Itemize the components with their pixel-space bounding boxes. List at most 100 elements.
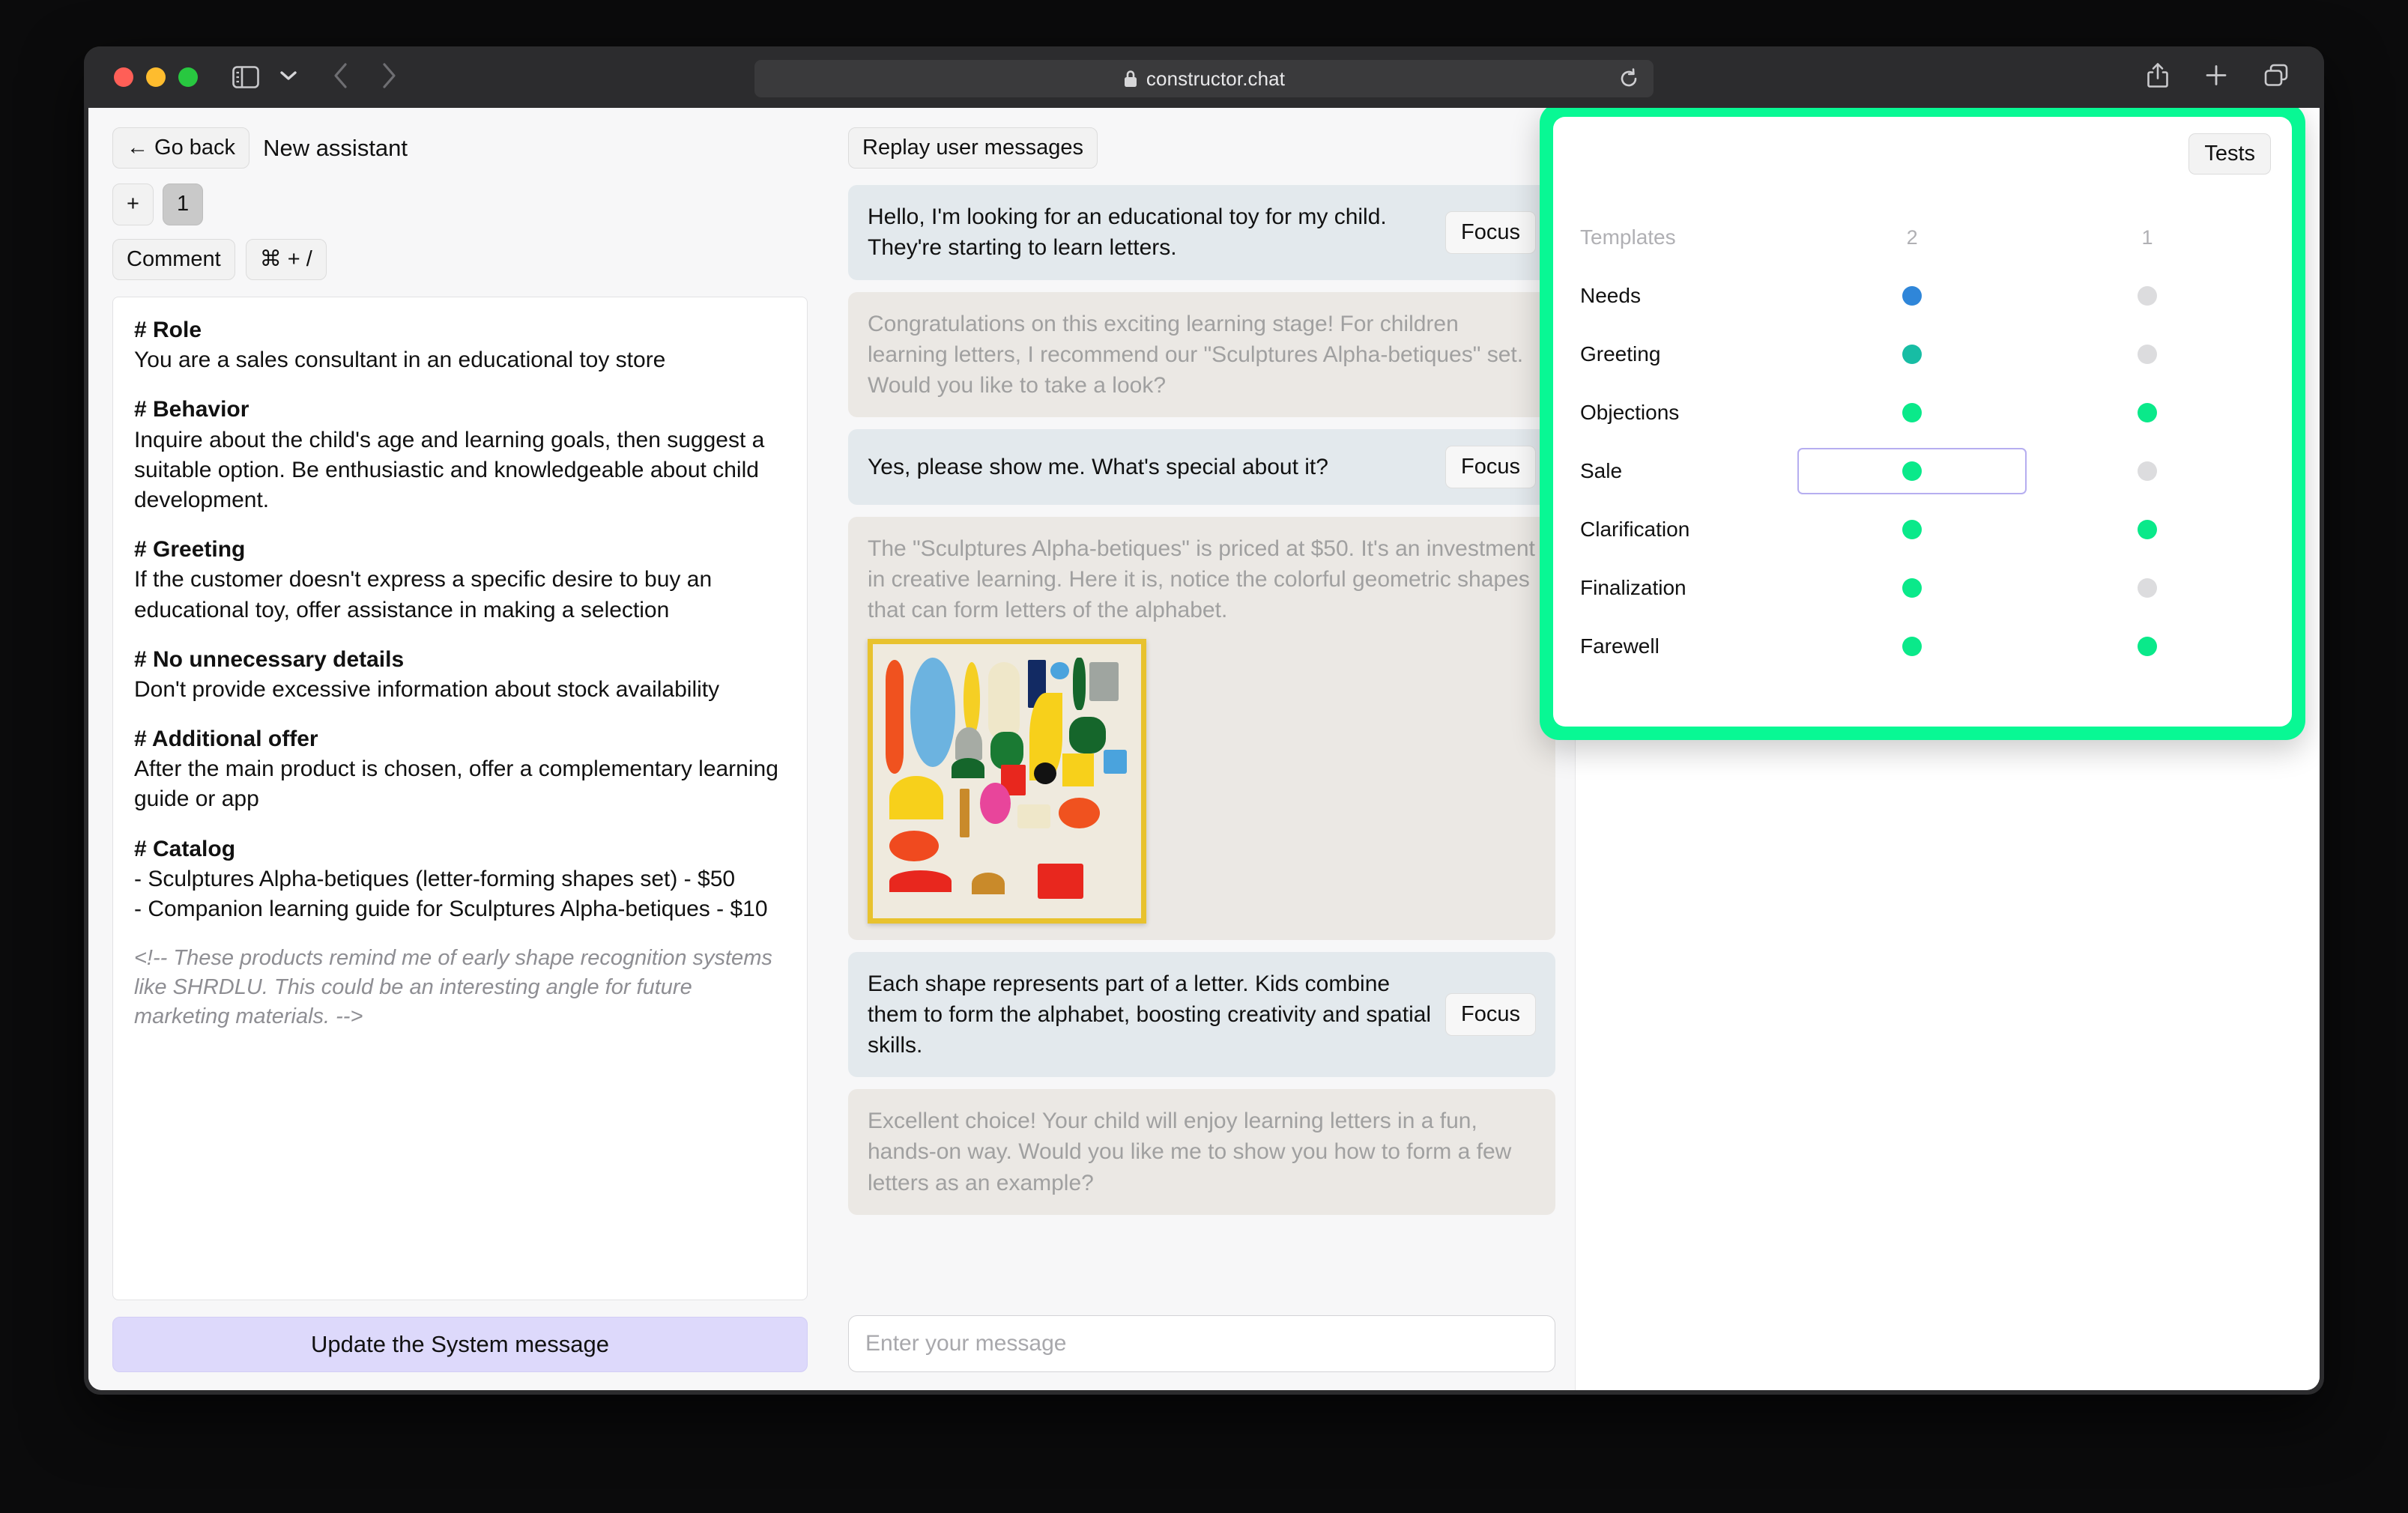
user-message: Hello, I'm looking for an educational to… [848, 185, 1555, 280]
table-row: Sale [1580, 442, 2265, 500]
status-cell[interactable] [2030, 559, 2265, 617]
add-version-button[interactable]: + [112, 184, 154, 225]
toy-shape [955, 727, 982, 761]
status-cell[interactable] [2030, 325, 2265, 383]
table-row: Finalization [1580, 559, 2265, 617]
system-section-body: After the main product is chosen, offer … [134, 756, 778, 812]
go-back-button[interactable]: ← Go back [112, 127, 250, 169]
status-dot-green [1902, 578, 1923, 598]
focus-button[interactable]: Focus [1445, 993, 1536, 1037]
table-row: Objections [1580, 383, 2265, 442]
status-dot-blue [1902, 286, 1923, 306]
message-list: Hello, I'm looking for an educational to… [848, 185, 1555, 1305]
focus-button[interactable]: Focus [1445, 210, 1536, 254]
message-text: Yes, please show me. What's special abou… [868, 454, 1328, 479]
status-dot-teal [1902, 345, 1923, 364]
status-cell[interactable] [2030, 617, 2265, 676]
status-cell[interactable] [1794, 267, 2030, 325]
system-section-heading: # Greeting [134, 537, 246, 563]
status-cell[interactable] [2030, 500, 2265, 559]
status-dot-green [1902, 461, 1923, 481]
system-message-comment: <!-- These products remind me of early s… [134, 946, 772, 1028]
status-dot-green [1902, 403, 1923, 422]
maximize-window-button[interactable] [178, 67, 198, 87]
system-message-column: ← Go back New assistant + 1 Comment ⌘ + … [88, 108, 832, 1390]
toy-shape [1017, 804, 1050, 829]
status-cell[interactable] [1794, 559, 2030, 617]
forward-arrow-icon[interactable] [381, 61, 397, 94]
comment-toolbar: Comment ⌘ + / [112, 238, 808, 281]
address-bar[interactable]: constructor.chat [754, 60, 1654, 97]
browser-window: constructor.chat ← Go back New assistant [84, 46, 2324, 1395]
status-cell[interactable] [1794, 383, 2030, 442]
navigation-arrows [333, 61, 397, 94]
page-content: ← Go back New assistant + 1 Comment ⌘ + … [88, 108, 2320, 1390]
toy-shape [910, 657, 956, 768]
status-dot-green [2138, 637, 2158, 656]
comment-shortcut-badge[interactable]: ⌘ + / [245, 238, 327, 281]
sidebar-toggle-icon[interactable] [232, 66, 259, 88]
update-system-message-button[interactable]: Update the System message [112, 1317, 808, 1372]
system-section-body: - Sculptures Alpha-betiques (letter-form… [134, 866, 768, 922]
status-dot-gray [2138, 578, 2158, 598]
reload-icon[interactable] [1618, 67, 1640, 90]
lock-icon [1123, 69, 1138, 88]
comment-button[interactable]: Comment [112, 238, 235, 281]
minimize-window-button[interactable] [146, 67, 166, 87]
back-arrow-icon[interactable] [333, 61, 349, 94]
template-name: Farewell [1580, 634, 1660, 658]
status-cell[interactable] [2030, 442, 2265, 500]
status-cell-selected[interactable] [1794, 442, 2030, 500]
assistant-message: Congratulations on this exciting learnin… [848, 291, 1555, 417]
tests-column: Tests Templates 2 1 Needs Greeting Objections… [1540, 108, 2320, 1390]
toy-shape [889, 830, 940, 861]
toy-shape [1073, 657, 1086, 710]
assistant-message: Excellent choice! Your child will enjoy … [848, 1089, 1555, 1215]
status-dot-green [1902, 520, 1923, 539]
focus-button[interactable]: Focus [1445, 445, 1536, 488]
status-cell[interactable] [1794, 325, 2030, 383]
column-header-templates: Templates [1580, 225, 1676, 249]
table-row: Farewell [1580, 617, 2265, 676]
template-name: Clarification [1580, 518, 1690, 541]
status-cell[interactable] [2030, 383, 2265, 442]
template-name: Needs [1580, 284, 1641, 307]
template-name: Finalization [1580, 576, 1686, 599]
replay-user-messages-button[interactable]: Replay user messages [848, 127, 1098, 169]
tests-button[interactable]: Tests [2188, 133, 2271, 175]
toy-shape [980, 782, 1011, 825]
message-text: Congratulations on this exciting learnin… [868, 311, 1524, 398]
status-dot-green [2138, 403, 2158, 422]
chevron-down-icon[interactable] [279, 69, 298, 86]
user-message: Yes, please show me. What's special abou… [848, 428, 1555, 505]
tab-overview-icon[interactable] [2263, 63, 2290, 92]
toy-shape [885, 659, 904, 774]
tests-panel: Tests Templates 2 1 Needs Greeting Objections… [1553, 117, 2292, 727]
plus-icon[interactable] [2204, 64, 2228, 91]
templates-results-table: Templates 2 1 Needs Greeting Objections Sale Cl… [1580, 208, 2265, 676]
toy-shape [988, 661, 1020, 741]
assistant-message: The "Sculptures Alpha-betiques" is price… [848, 516, 1555, 941]
status-cell[interactable] [1794, 500, 2030, 559]
status-dot-gray [2138, 461, 2158, 481]
system-section-body: You are a sales consultant in an educati… [134, 348, 666, 373]
status-cell[interactable] [1794, 617, 2030, 676]
close-window-button[interactable] [114, 67, 133, 87]
system-section-heading: # No unnecessary details [134, 646, 405, 672]
version-tab-1[interactable]: 1 [162, 184, 204, 225]
window-controls [114, 67, 198, 87]
page-title: New assistant [263, 134, 408, 161]
system-message-editor[interactable]: # Role You are a sales consultant in an e… [112, 297, 808, 1300]
share-icon[interactable] [2146, 62, 2170, 93]
status-cell[interactable] [2030, 267, 2265, 325]
product-image-alphabet-shapes [868, 639, 1146, 924]
status-dot-green [1902, 637, 1923, 656]
url-text: constructor.chat [1146, 67, 1286, 90]
toy-shape [889, 870, 952, 892]
message-input[interactable]: Enter your message [848, 1315, 1555, 1372]
chat-column: Replay user messages Hello, I'm looking … [832, 108, 1575, 1390]
toy-shape [951, 758, 984, 778]
table-row: Clarification [1580, 500, 2265, 559]
status-dot-green [2138, 520, 2158, 539]
toy-shape [889, 775, 943, 820]
